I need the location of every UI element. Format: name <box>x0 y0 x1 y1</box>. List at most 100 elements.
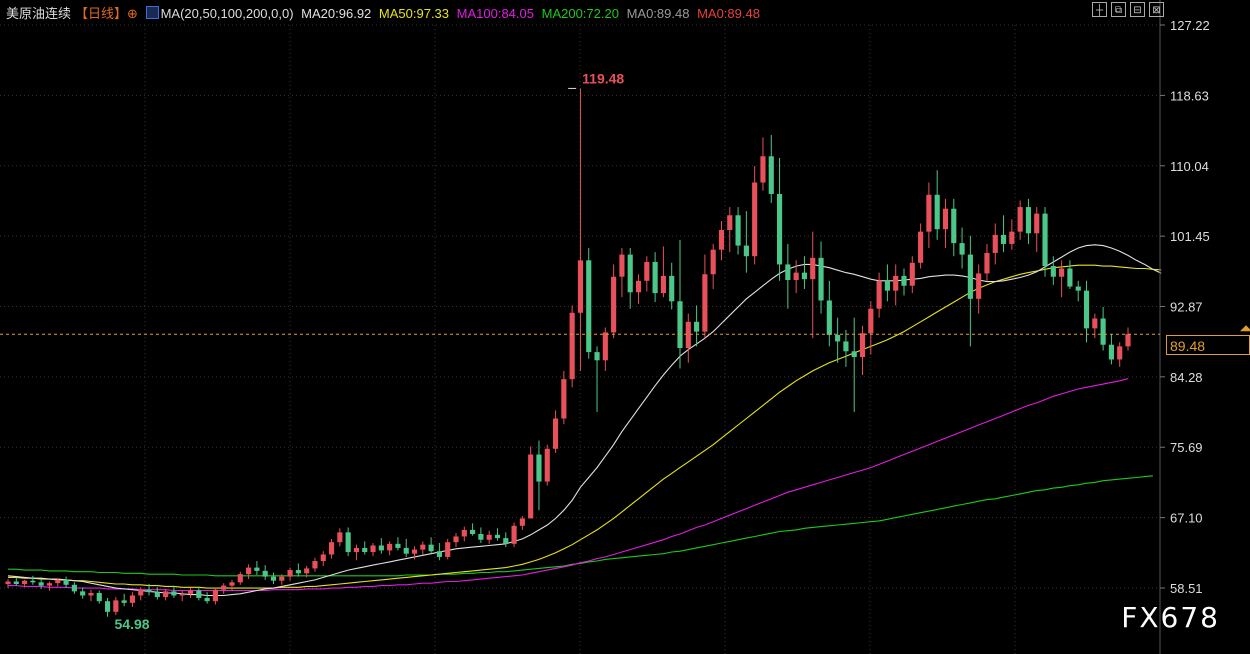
layout-icon[interactable]: ⊟ <box>1130 2 1145 17</box>
candle-body <box>511 525 517 544</box>
ma100-value: MA100:84.05 <box>456 6 534 21</box>
candle-body <box>967 254 973 299</box>
candle-body <box>420 544 426 550</box>
candle-body <box>154 592 160 598</box>
candle-body <box>237 574 243 583</box>
candle-body <box>901 275 907 286</box>
candle-body <box>270 576 277 581</box>
candle-body <box>528 454 534 519</box>
candle-body <box>577 260 584 313</box>
candle-body <box>644 261 650 281</box>
candle-body <box>835 334 841 342</box>
ma20-line <box>7 244 1162 597</box>
candle-body <box>586 260 592 353</box>
candle-body <box>859 333 866 358</box>
candle-body <box>221 585 227 590</box>
last-price-tag: 89.48 <box>1166 335 1250 356</box>
candle-body <box>378 545 384 551</box>
y-tick-label: 67.10 <box>1170 511 1203 526</box>
candle-body <box>411 549 418 554</box>
last-price-marker <box>1240 325 1250 332</box>
candle-body <box>561 379 567 419</box>
candle-body <box>942 208 949 230</box>
candle-body <box>362 547 368 553</box>
candle-body <box>1042 213 1048 267</box>
candle-body <box>619 254 625 277</box>
ma100-line <box>8 378 1129 592</box>
candle-body <box>279 576 285 581</box>
candle-body <box>826 300 832 335</box>
candle-body <box>146 589 152 593</box>
candle-body <box>818 257 824 301</box>
y-tick-label: 92.87 <box>1170 299 1203 314</box>
candle-body <box>486 534 492 540</box>
candle-body <box>312 561 318 569</box>
candle-body <box>1025 207 1032 234</box>
symbol-label[interactable]: 美原油连续 <box>6 6 71 21</box>
candlestick-chart[interactable]: 127.22 118.63 110.04 101.45 92.87 84.28 75.69 6… <box>0 0 1250 654</box>
candle-body <box>5 581 11 584</box>
candle-body <box>1125 334 1131 347</box>
candle-body <box>387 543 393 551</box>
target-icon[interactable]: ⊕ <box>127 6 138 21</box>
high-label: 119.48 <box>582 70 624 86</box>
fullscreen-icon[interactable]: ⊠ <box>1149 2 1164 17</box>
candle-body <box>1017 207 1023 232</box>
candle-body <box>38 582 44 586</box>
candle-body <box>934 194 940 230</box>
candle-body <box>428 544 434 552</box>
crosshair-icon[interactable]: ┼ <box>1092 2 1107 17</box>
copy-icon[interactable]: ⧉ <box>1111 2 1126 17</box>
candle-body <box>370 545 376 553</box>
candle-body <box>909 262 915 286</box>
candle-body <box>1034 213 1040 234</box>
candle-body <box>494 534 501 539</box>
candle-body <box>262 570 268 577</box>
candle-body <box>461 529 467 537</box>
ma-chart-icon[interactable] <box>145 6 159 19</box>
candle-body <box>71 584 77 592</box>
candle-body <box>926 194 932 232</box>
chart-toolbar: ┼ ⧉ ⊟ ⊠ <box>1092 2 1164 17</box>
candle-body <box>353 547 360 553</box>
candle-body <box>1083 290 1090 329</box>
candle-body <box>229 582 235 586</box>
candle-body <box>735 215 741 246</box>
candle-body <box>187 590 194 594</box>
low-label: 54.98 <box>115 616 150 632</box>
ma0-value-red: MA0:89.48 <box>697 6 760 21</box>
y-tick-label: 84.28 <box>1170 370 1203 385</box>
candle-body <box>22 580 28 584</box>
candle-body <box>80 591 86 596</box>
watermark: FX678 <box>1121 601 1220 634</box>
candle-body <box>113 600 119 612</box>
candle-body <box>519 518 525 526</box>
candle-body <box>445 542 451 557</box>
candle-body <box>204 597 210 602</box>
candle-body <box>984 252 990 274</box>
candle-body <box>851 351 857 358</box>
candle-body <box>685 321 691 349</box>
candle-body <box>544 448 550 482</box>
candle-body <box>718 230 725 250</box>
candle-body <box>810 257 816 280</box>
candle-body <box>453 536 459 543</box>
candle-body <box>1067 268 1073 287</box>
candle-body <box>1000 234 1007 244</box>
candle-body <box>1092 318 1098 329</box>
ma200-value: MA200:72.20 <box>541 6 619 21</box>
candle-body <box>55 579 61 584</box>
y-tick-label: 118.63 <box>1170 88 1209 103</box>
candle-body <box>776 193 783 265</box>
ma50-value: MA50:97.33 <box>378 6 450 21</box>
candle-body <box>337 532 343 543</box>
annotations: 119.48 54.98 <box>0 70 1250 632</box>
candle-body <box>702 274 708 332</box>
period-label[interactable]: 【日线】 <box>75 6 127 21</box>
candle-body <box>436 551 442 557</box>
candle-body <box>212 589 218 602</box>
candle-body <box>196 590 202 598</box>
candle-body <box>121 600 127 603</box>
candle-body <box>752 182 758 257</box>
candle-body <box>660 275 666 294</box>
